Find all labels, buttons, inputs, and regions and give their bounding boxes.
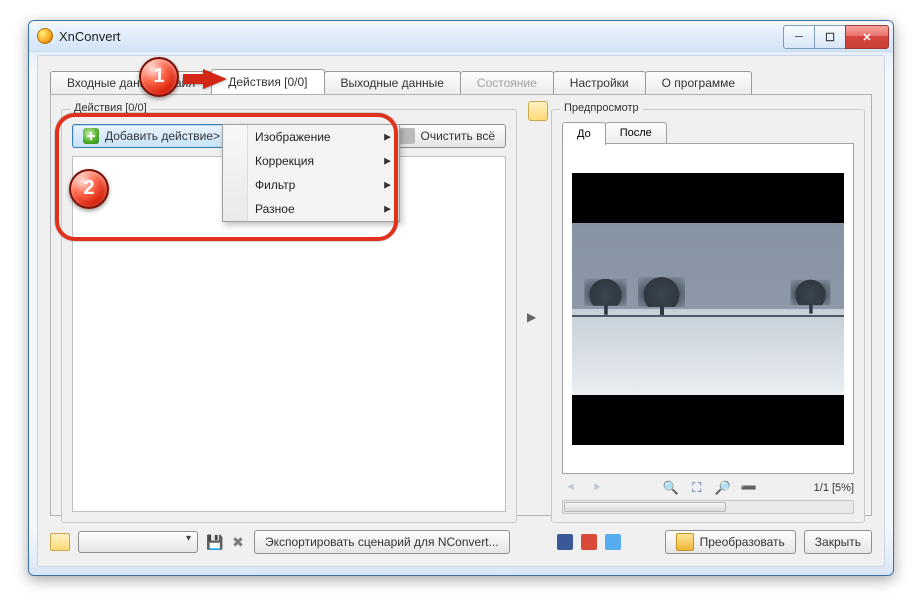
menu-item-correction[interactable]: Коррекция ▶	[223, 149, 399, 173]
tab-content: Действия [0/0] Добавить действие> Очисти…	[50, 94, 872, 516]
preview-tab-after[interactable]: После	[605, 122, 667, 143]
export-script-label: Экспортировать сценарий для NConvert...	[265, 531, 499, 553]
convert-button[interactable]: Преобразовать	[665, 530, 796, 554]
app-window: XnConvert ─ ☐ ✕ Входные данные файл Дейс…	[28, 20, 894, 576]
submenu-arrow-icon: ▶	[384, 180, 391, 191]
add-action-label: Добавить действие>	[105, 125, 220, 147]
window-title: XnConvert	[59, 29, 120, 44]
submenu-arrow-icon: ▶	[384, 132, 391, 143]
convert-label: Преобразовать	[700, 531, 785, 553]
googleplus-icon[interactable]	[581, 534, 597, 550]
preset-combo[interactable]	[78, 531, 198, 553]
preview-groupbox: Предпросмотр До После	[551, 109, 865, 523]
delete-icon[interactable]: ✖	[230, 534, 246, 550]
clear-all-label: Очистить всё	[421, 125, 495, 147]
preview-counter: 1/1 [5%]	[814, 482, 854, 494]
close-label: Закрыть	[815, 531, 861, 553]
clear-icon	[399, 128, 415, 144]
menu-item-correction-label: Коррекция	[255, 154, 314, 168]
close-window-button[interactable]: ✕	[845, 25, 889, 49]
menu-item-image-label: Изображение	[255, 130, 331, 144]
actions-groupbox: Действия [0/0] Добавить действие> Очисти…	[61, 109, 517, 523]
menu-item-image[interactable]: Изображение ▶	[223, 125, 399, 149]
preview-tabs: До После	[562, 122, 666, 145]
zoom-out-icon[interactable]: ➖	[740, 480, 758, 496]
open-folder-icon[interactable]	[50, 533, 70, 551]
prev-image-button[interactable]: ⯇	[562, 480, 580, 496]
app-icon	[37, 28, 53, 44]
preview-nav: ⯇ ⯈ 🔍 ⛶ 🔎 ➖ 1/1 [5%]	[562, 478, 854, 498]
menu-item-misc[interactable]: Разное ▶	[223, 197, 399, 221]
callout-badge-1: 1	[139, 57, 179, 97]
tab-settings[interactable]: Настройки	[553, 71, 646, 94]
zoom-actual-icon[interactable]: 🔎	[714, 480, 732, 496]
actions-legend: Действия [0/0]	[70, 102, 151, 114]
add-action-menu: Изображение ▶ Коррекция ▶ Фильтр ▶ Разно…	[222, 124, 400, 222]
menu-item-misc-label: Разное	[255, 202, 295, 216]
submenu-arrow-icon: ▶	[384, 204, 391, 215]
menu-item-filter[interactable]: Фильтр ▶	[223, 173, 399, 197]
callout-arrow-1-icon	[203, 69, 227, 89]
clear-all-button[interactable]: Очистить всё	[388, 124, 506, 148]
zoom-in-icon[interactable]: 🔍	[662, 480, 680, 496]
pane-expand-arrow-icon[interactable]: ▶	[527, 310, 536, 324]
window-buttons: ─ ☐ ✕	[784, 25, 889, 47]
preview-canvas	[562, 143, 854, 474]
preview-legend: Предпросмотр	[560, 102, 643, 114]
preview-image	[572, 173, 844, 445]
footer-toolbar: 💾 ✖ Экспортировать сценарий для NConvert…	[50, 528, 872, 556]
tab-output[interactable]: Выходные данные	[324, 71, 461, 94]
twitter-icon[interactable]	[605, 534, 621, 550]
preview-scrollbar[interactable]	[562, 500, 854, 514]
facebook-icon[interactable]	[557, 534, 573, 550]
preview-tab-before[interactable]: До	[562, 122, 606, 145]
plus-icon	[83, 128, 99, 144]
tab-about[interactable]: О программе	[645, 71, 752, 94]
callout-badge-2: 2	[69, 169, 109, 209]
preview-header-icon	[528, 101, 548, 121]
client-area: Входные данные файл Действия [0/0] Выход…	[37, 55, 885, 567]
close-button[interactable]: Закрыть	[804, 530, 872, 554]
next-image-button[interactable]: ⯈	[588, 480, 606, 496]
maximize-button[interactable]: ☐	[814, 25, 846, 49]
tab-status: Состояние	[460, 71, 554, 94]
titlebar: XnConvert ─ ☐ ✕	[29, 21, 893, 52]
convert-icon	[676, 533, 694, 551]
add-action-button[interactable]: Добавить действие>	[72, 124, 231, 148]
save-icon[interactable]: 💾	[206, 534, 222, 550]
submenu-arrow-icon: ▶	[384, 156, 391, 167]
menu-item-filter-label: Фильтр	[255, 178, 295, 192]
minimize-button[interactable]: ─	[783, 25, 815, 49]
zoom-fit-icon[interactable]: ⛶	[688, 480, 706, 496]
tab-actions[interactable]: Действия [0/0]	[211, 69, 324, 94]
export-script-button[interactable]: Экспортировать сценарий для NConvert...	[254, 530, 510, 554]
